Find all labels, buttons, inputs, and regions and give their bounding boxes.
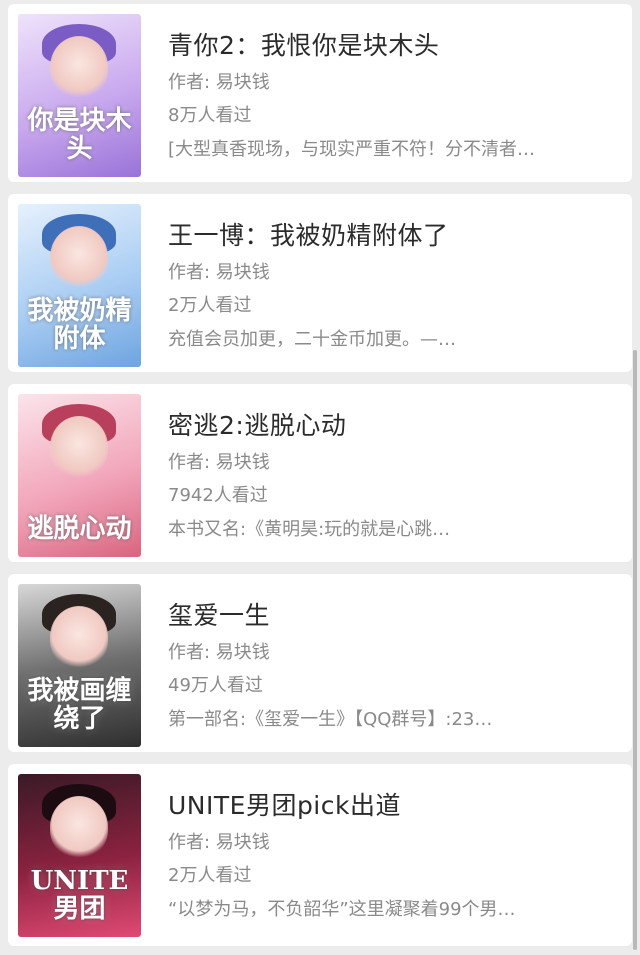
cover-figure-face [50,416,108,478]
book-title[interactable]: 王一博：我被奶精附体了 [168,216,449,252]
book-title[interactable]: UNITE男团pick出道 [168,786,401,822]
book-title[interactable]: 玺爱一生 [168,596,270,632]
book-description: [大型真香现场，与现实严重不符！分不清者… [168,139,536,160]
cover-figure-face [50,36,108,98]
cover-title: 逃脱心动 [27,514,132,544]
book-description: 充值会员加更，二十金币加更。—… [168,329,456,350]
book-description: 本书又名:《黄明昊:玩的就是心跳… [168,519,451,540]
book-title[interactable]: 密逃2:逃脱心动 [168,406,346,442]
book-card[interactable]: 我被奶精附体 王一博：我被奶精附体了 作者: 易块钱 2万人看过 充值会员加更，… [8,194,632,372]
book-title[interactable]: 青你2：我恨你是块木头 [168,26,439,62]
book-views: 2万人看过 [168,865,252,886]
cover-figure-face [50,226,108,288]
book-author: 作者: 易块钱 [168,452,270,473]
book-author: 作者: 易块钱 [168,832,270,853]
book-card[interactable]: 你是块木头 青你2：我恨你是块木头 作者: 易块钱 8万人看过 [大型真香现场，… [8,4,632,182]
book-card[interactable]: 我被画缠绕了 玺爱一生 作者: 易块钱 49万人看过 第一部名:《玺爱一生》【Q… [8,574,632,752]
book-views: 8万人看过 [168,105,252,126]
book-description: “以梦为马，不负韶华”这里凝聚着99个男… [168,899,516,920]
book-views: 49万人看过 [168,675,263,696]
cover-title: 你是块木头 [27,106,132,164]
book-cover[interactable]: UNITE男团 [18,774,141,937]
cover-title: 我被画缠绕了 [27,676,132,734]
book-card[interactable]: 逃脱心动 密逃2:逃脱心动 作者: 易块钱 7942人看过 本书又名:《黄明昊:… [8,384,632,562]
cover-title: 我被奶精附体 [27,296,132,354]
book-views: 7942人看过 [168,485,268,506]
cover-figure-face [50,796,108,858]
cover-title: UNITE男团 [30,866,129,924]
book-cover[interactable]: 我被画缠绕了 [18,584,141,747]
book-cover[interactable]: 逃脱心动 [18,394,141,557]
book-author: 作者: 易块钱 [168,262,270,283]
scrollbar[interactable] [633,350,637,950]
book-author: 作者: 易块钱 [168,642,270,663]
book-cover[interactable]: 我被奶精附体 [18,204,141,367]
book-card[interactable]: UNITE男团 UNITE男团pick出道 作者: 易块钱 2万人看过 “以梦为… [8,764,632,946]
book-cover[interactable]: 你是块木头 [18,14,141,177]
book-description: 第一部名:《玺爱一生》【QQ群号】:23… [168,709,493,730]
cover-figure-face [50,606,108,668]
book-views: 2万人看过 [168,295,252,316]
book-author: 作者: 易块钱 [168,72,270,93]
